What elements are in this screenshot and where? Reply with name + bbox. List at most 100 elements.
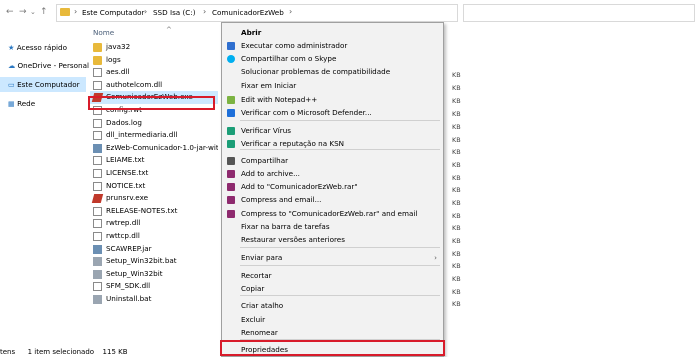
file-row[interactable]: Dados.log [90, 117, 218, 130]
file-row[interactable]: aes.dll [90, 66, 218, 79]
file-row[interactable]: authotelcom.dll [90, 79, 218, 92]
kaspersky-icon [227, 139, 235, 148]
menu-item-verificar-com-o-microsoft-defender[interactable]: Verificar com o Microsoft Defender... [222, 106, 443, 119]
menu-item-abrir[interactable]: Abrir [222, 26, 443, 39]
menu-item-compress-to-comunicadorezweb-rar-and-email[interactable]: Compress to "ComunicadorEzWeb.rar" and e… [222, 207, 443, 220]
file-name: authotelcom.dll [106, 79, 163, 89]
menu-item-add-to-archive[interactable]: Add to archive... [222, 167, 443, 180]
menu-item-executar-como-administrador[interactable]: Executar como administrador [222, 39, 443, 52]
file-row[interactable]: dll_intermediaria.dll [90, 129, 218, 142]
breadcrumb-ssd[interactable]: SSD Isa (C:) [153, 8, 196, 17]
file-row[interactable]: java32 [90, 41, 218, 54]
menu-item-label: Compress and email... [241, 195, 322, 204]
file-name: prunsrv.exe [106, 193, 149, 203]
highlight-box-exe [88, 96, 215, 110]
size-unit-text: KB [452, 84, 461, 92]
menu-item-fixar-na-barra-de-tarefas[interactable]: Fixar na barra de tarefas [222, 220, 443, 233]
file-row[interactable]: rwtrep.dll [90, 217, 218, 230]
notepad-icon [227, 95, 235, 104]
sidebar-item-acesso-rapido[interactable]: ★ Acesso rápido [0, 40, 86, 55]
menu-item-label: Verificar a reputação na KSN [241, 139, 345, 148]
menu-item-compress-and-email[interactable]: Compress and email... [222, 193, 443, 206]
status-selected: 1 item selecionado [27, 348, 95, 356]
menu-item-restaurar-vers-es-anteriores[interactable]: Restaurar versões anteriores [222, 233, 443, 246]
recent-dropdown-icon[interactable]: ⌄ [30, 8, 36, 16]
winrar-icon [227, 182, 235, 191]
file-row[interactable]: LEIAME.txt [90, 154, 218, 167]
menu-item-renomear[interactable]: Renomear [222, 326, 443, 339]
size-unit-text: KB [452, 212, 461, 220]
winrar-icon [227, 169, 235, 178]
menu-item-label: Recortar [241, 271, 272, 280]
menu-item-excluir[interactable]: Excluir [222, 313, 443, 326]
forward-arrow-icon[interactable]: → [19, 7, 27, 17]
menu-item-label: Excluir [241, 315, 266, 324]
file-row[interactable]: SFM_SDK.dll [90, 280, 218, 293]
address-bar[interactable]: › Este Computador › SSD Isa (C:) › Comun… [56, 4, 458, 22]
menu-item-fixar-em-iniciar[interactable]: Fixar em Iniciar [222, 79, 443, 92]
file-icon [93, 232, 102, 241]
file-name: RELEASE-NOTES.txt [106, 205, 178, 215]
sidebar-item-rede[interactable]: ▦ Rede [0, 96, 86, 111]
bat-icon [93, 269, 102, 279]
menu-item-copiar[interactable]: Copiar [222, 282, 443, 295]
menu-item-label: Renomear [241, 328, 278, 337]
file-icon [93, 68, 102, 78]
breadcrumb-comunicador[interactable]: ComunicadorEzWeb [212, 8, 284, 17]
menu-item-compartilhar-com-o-skype[interactable]: Compartilhar com o Skype [222, 52, 443, 65]
file-row[interactable]: logs [90, 54, 218, 67]
sidebar-item-label: Rede [17, 99, 36, 108]
menu-item-verificar-v-rus[interactable]: Verificar Vírus [222, 124, 443, 137]
file-name: NOTICE.txt [106, 180, 146, 190]
file-row[interactable]: Uninstall.bat [90, 293, 218, 306]
context-menu: Abrir Executar como administrador Comparti… [221, 22, 444, 357]
size-unit-text: KB [452, 123, 461, 131]
menu-item-enviar-para[interactable]: Enviar para › [222, 251, 443, 264]
column-header-name[interactable]: Nome [93, 28, 114, 37]
menu-separator [240, 265, 440, 266]
file-name: rwtrep.dll [106, 218, 141, 228]
file-row[interactable]: rwttcp.dll [90, 230, 218, 243]
file-name: Setup_Win32bit [106, 268, 163, 278]
file-row[interactable]: EzWeb-Comunicador-1.0-jar-with- [90, 142, 218, 155]
skype-icon [227, 54, 235, 63]
network-icon: ▦ [8, 99, 15, 108]
jar-icon [93, 244, 102, 254]
search-input[interactable] [463, 4, 695, 22]
size-unit-text: KB [452, 237, 461, 245]
file-row[interactable]: SCAWREP.jar [90, 243, 218, 256]
share-icon [227, 156, 235, 165]
size-unit-text: KB [452, 161, 461, 169]
size-unit-text: KB [452, 250, 461, 258]
sidebar-item-este-computador[interactable]: ▭ Este Computador [0, 77, 86, 92]
bat-icon [93, 257, 102, 267]
up-arrow-icon[interactable]: ↑ [40, 7, 48, 17]
shield-icon [227, 41, 235, 50]
menu-item-edit-with-notepad[interactable]: Edit with Notepad++ [222, 93, 443, 106]
menu-item-add-to-comunicadorezweb-rar[interactable]: Add to "ComunicadorEzWeb.rar" [222, 180, 443, 193]
breadcrumb-este-computador[interactable]: Este Computador [82, 8, 144, 17]
back-arrow-icon[interactable]: ← [6, 7, 14, 17]
file-icon [93, 80, 102, 90]
file-icon [93, 181, 102, 191]
size-unit-text: KB [452, 224, 461, 232]
computer-icon: ▭ [8, 80, 15, 89]
file-icon [93, 118, 102, 128]
file-row[interactable]: Setup_Win32bit.bat [90, 255, 218, 268]
file-name: LEIAME.txt [106, 155, 145, 165]
file-row[interactable]: LICENSE.txt [90, 167, 218, 180]
size-unit-text: KB [452, 174, 461, 182]
menu-item-solucionar-problemas-de-compatibilidade[interactable]: Solucionar problemas de compatibilidade [222, 65, 443, 78]
file-icon [93, 282, 102, 292]
jar-icon [93, 143, 102, 153]
file-row[interactable]: RELEASE-NOTES.txt [90, 205, 218, 218]
menu-item-criar-atalho[interactable]: Criar atalho [222, 299, 443, 312]
file-row[interactable]: NOTICE.txt [90, 180, 218, 193]
file-row[interactable]: Setup_Win32bit [90, 268, 218, 281]
file-name: aes.dll [106, 67, 130, 77]
file-row[interactable]: prunsrv.exe [90, 192, 218, 205]
folder-icon [93, 43, 102, 52]
menu-item-recortar[interactable]: Recortar [222, 269, 443, 282]
menu-item-compartilhar[interactable]: Compartilhar [222, 154, 443, 167]
sidebar-item-onedrive[interactable]: ☁ OneDrive - Personal [0, 58, 89, 73]
